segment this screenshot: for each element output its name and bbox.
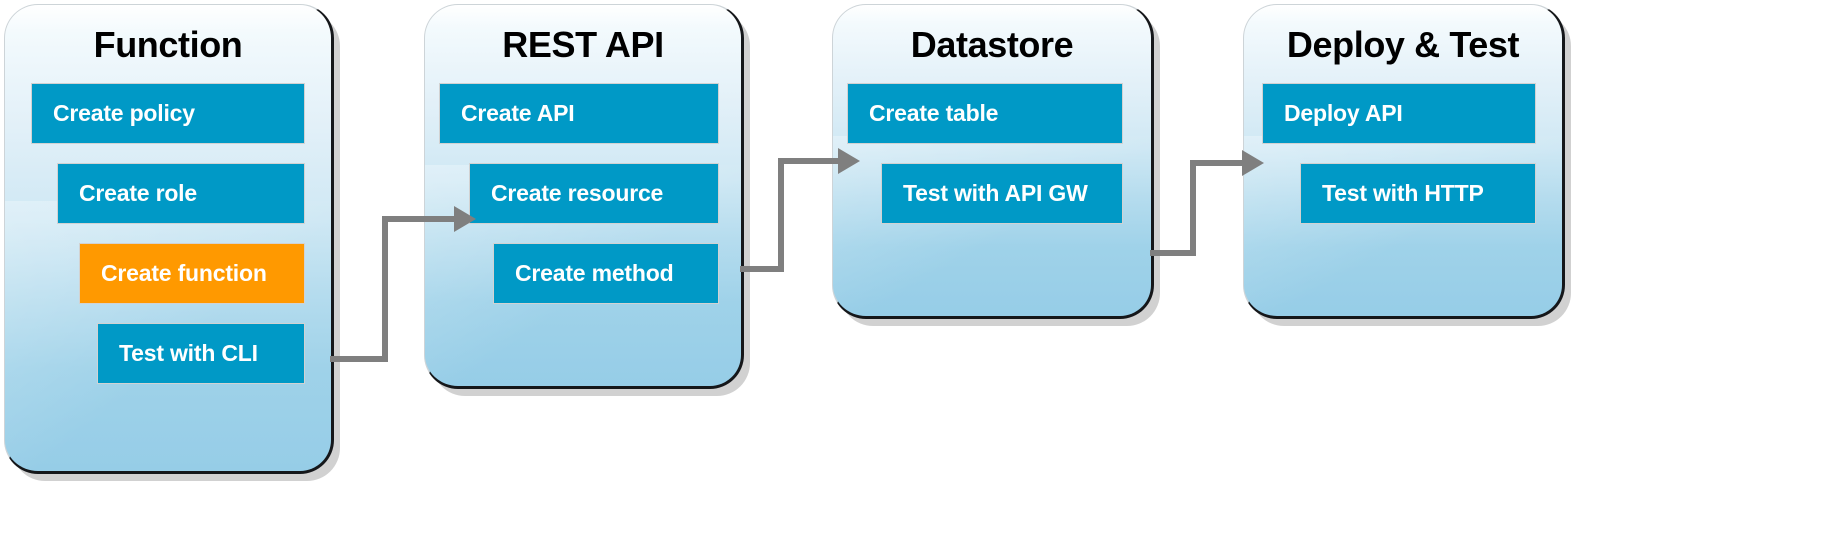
- step-test-with-cli[interactable]: Test with CLI: [97, 323, 305, 384]
- connector-arrowhead: [1242, 150, 1264, 176]
- step-label: Test with HTTP: [1322, 180, 1484, 206]
- panel-function: Function Create policy Create role Creat…: [4, 4, 334, 474]
- step-create-api[interactable]: Create API: [439, 83, 719, 144]
- connector-rest-api-to-datastore: [740, 140, 910, 320]
- step-label: Deploy API: [1284, 100, 1403, 126]
- connector-arrowhead: [838, 148, 860, 174]
- step-label: Create resource: [491, 180, 664, 206]
- step-create-table[interactable]: Create table: [847, 83, 1123, 144]
- step-label: Create API: [461, 100, 575, 126]
- step-label: Test with API GW: [903, 180, 1088, 206]
- step-create-method[interactable]: Create method: [493, 243, 719, 304]
- step-label: Create policy: [53, 100, 195, 126]
- step-label: Create role: [79, 180, 197, 206]
- connector-segment-horizontal-top: [382, 216, 458, 222]
- connector-arrowhead: [454, 206, 476, 232]
- panel-title-deploy-test: Deploy & Test: [1286, 24, 1520, 65]
- step-label: Create function: [101, 260, 267, 286]
- step-create-resource[interactable]: Create resource: [469, 163, 719, 224]
- connector-function-to-rest-api: [330, 180, 490, 370]
- step-create-policy[interactable]: Create policy: [31, 83, 305, 144]
- step-create-function[interactable]: Create function: [79, 243, 305, 304]
- connector-segment-horizontal-top: [778, 158, 842, 164]
- panel-title-rest-api: REST API: [502, 24, 664, 65]
- connector-datastore-to-deploy-test: [1150, 140, 1320, 320]
- step-label: Create method: [515, 260, 674, 286]
- step-create-role[interactable]: Create role: [57, 163, 305, 224]
- step-test-with-http[interactable]: Test with HTTP: [1300, 163, 1536, 224]
- step-label: Create table: [869, 100, 999, 126]
- panel-title-function: Function: [93, 24, 243, 65]
- connector-segment-vertical: [382, 216, 388, 362]
- connector-segment-vertical: [1190, 160, 1196, 256]
- panel-title-datastore: Datastore: [910, 24, 1074, 65]
- step-test-with-api-gw[interactable]: Test with API GW: [881, 163, 1123, 224]
- connector-segment-horizontal-bottom: [330, 356, 388, 362]
- step-label: Test with CLI: [119, 340, 258, 366]
- step-list-function: Create policy Create role Create functio…: [5, 83, 331, 384]
- step-deploy-api[interactable]: Deploy API: [1262, 83, 1536, 144]
- connector-segment-horizontal-top: [1190, 160, 1246, 166]
- connector-segment-vertical: [778, 158, 784, 272]
- diagram-canvas: Function Create policy Create role Creat…: [0, 0, 1828, 550]
